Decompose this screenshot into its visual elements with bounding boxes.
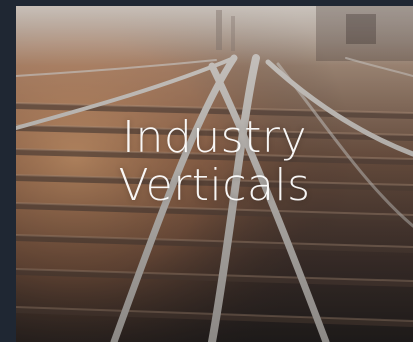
page-background: Industry Verticals bbox=[0, 0, 413, 342]
tile-title-line-1: Industry bbox=[122, 112, 307, 163]
tile-title-line-2: Verticals bbox=[118, 160, 311, 211]
industry-verticals-tile[interactable]: Industry Verticals bbox=[16, 6, 413, 342]
tile-title: Industry Verticals bbox=[16, 114, 413, 210]
